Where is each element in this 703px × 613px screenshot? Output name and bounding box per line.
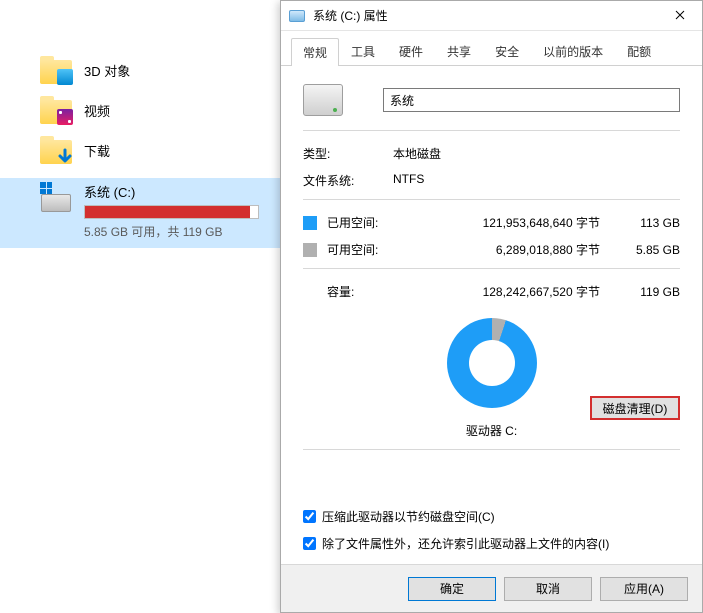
compress-checkbox[interactable]: [303, 510, 316, 523]
index-label: 除了文件属性外，还允许索引此驱动器上文件的内容(I): [322, 535, 609, 552]
filesystem-label: 文件系统:: [303, 172, 393, 189]
tab-sharing[interactable]: 共享: [435, 37, 483, 65]
close-button[interactable]: [657, 0, 702, 30]
cancel-button[interactable]: 取消: [504, 577, 592, 601]
folder-label: 下载: [84, 141, 110, 160]
folder-icon: [40, 136, 72, 164]
index-checkbox[interactable]: [303, 537, 316, 550]
volume-name-input[interactable]: [383, 88, 680, 112]
folder-3d-objects[interactable]: 3D 对象: [0, 50, 280, 90]
folder-videos[interactable]: 视频: [0, 90, 280, 130]
capacity-gb: 119 GB: [620, 285, 680, 299]
titlebar: 系统 (C:) 属性: [281, 1, 702, 31]
used-bytes: 121,953,648,640 字节: [397, 214, 620, 231]
tab-content: 类型: 本地磁盘 文件系统: NTFS 已用空间: 121,953,648,64…: [281, 66, 702, 564]
folder-icon: [40, 96, 72, 124]
drive-usage-bar: [84, 205, 259, 219]
folder-downloads[interactable]: 下载: [0, 130, 280, 170]
free-label: 可用空间:: [327, 241, 397, 258]
type-value: 本地磁盘: [393, 145, 441, 162]
tab-strip: 常规 工具 硬件 共享 安全 以前的版本 配额: [281, 31, 702, 66]
drive-small-icon: [289, 10, 305, 22]
drive-title: 系统 (C:): [84, 182, 268, 201]
used-label: 已用空间:: [327, 214, 397, 231]
compress-label: 压缩此驱动器以节约磁盘空间(C): [322, 508, 495, 525]
used-gb: 113 GB: [620, 216, 680, 230]
folder-label: 视频: [84, 101, 110, 120]
properties-dialog: 系统 (C:) 属性 常规 工具 硬件 共享 安全 以前的版本 配额 类型: 本…: [280, 0, 703, 613]
compress-checkbox-row[interactable]: 压缩此驱动器以节约磁盘空间(C): [303, 508, 680, 525]
tab-previous-versions[interactable]: 以前的版本: [531, 37, 615, 65]
capacity-bytes: 128,242,667,520 字节: [397, 283, 620, 300]
drive-large-icon: [303, 84, 343, 116]
free-gb: 5.85 GB: [620, 243, 680, 257]
pie-drive-label: 驱动器 C:: [466, 422, 517, 439]
filesystem-value: NTFS: [393, 172, 424, 189]
divider: [303, 199, 680, 200]
explorer-sidebar: 3D 对象 视频 下载 系统 (C:) 5.85 GB 可用，共 119 GB: [0, 0, 280, 613]
tab-tools[interactable]: 工具: [339, 37, 387, 65]
tab-general[interactable]: 常规: [291, 38, 339, 66]
divider: [303, 268, 680, 269]
drive-subtitle: 5.85 GB 可用，共 119 GB: [84, 223, 268, 240]
free-bytes: 6,289,018,880 字节: [397, 241, 620, 258]
index-checkbox-row[interactable]: 除了文件属性外，还允许索引此驱动器上文件的内容(I): [303, 535, 680, 552]
divider: [303, 130, 680, 131]
divider: [303, 449, 680, 450]
free-color-swatch: [303, 243, 317, 257]
drive-icon: [40, 182, 72, 214]
close-icon: [675, 10, 685, 20]
tab-hardware[interactable]: 硬件: [387, 37, 435, 65]
folder-label: 3D 对象: [84, 61, 130, 80]
folder-icon: [40, 56, 72, 84]
apply-button[interactable]: 应用(A): [600, 577, 688, 601]
drive-c-item[interactable]: 系统 (C:) 5.85 GB 可用，共 119 GB: [0, 178, 280, 248]
type-label: 类型:: [303, 145, 393, 162]
disk-cleanup-button[interactable]: 磁盘清理(D): [590, 396, 680, 420]
download-arrow-icon: [56, 148, 74, 166]
dialog-title: 系统 (C:) 属性: [313, 7, 657, 24]
ok-button[interactable]: 确定: [408, 577, 496, 601]
usage-pie-chart: [447, 318, 537, 408]
used-color-swatch: [303, 216, 317, 230]
dialog-footer: 确定 取消 应用(A): [281, 564, 702, 612]
tab-security[interactable]: 安全: [483, 37, 531, 65]
tab-quota[interactable]: 配额: [615, 37, 663, 65]
capacity-label: 容量:: [327, 283, 397, 300]
